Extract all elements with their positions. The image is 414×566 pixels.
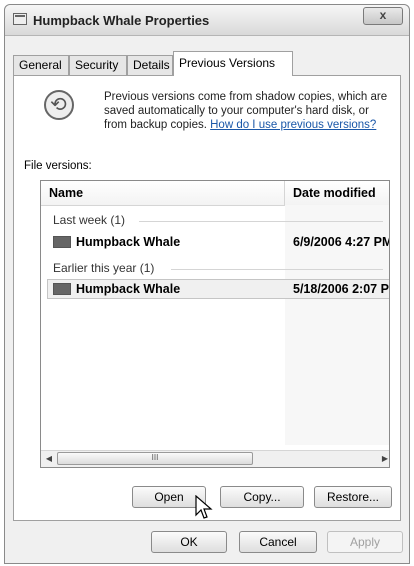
item-name: Humpback Whale	[76, 282, 181, 296]
scroll-right-icon[interactable]: ▶	[378, 452, 389, 465]
item-date: 6/9/2006 4:27 PM	[293, 235, 390, 249]
restore-clock-icon	[44, 90, 74, 120]
tab-previous-versions[interactable]: Previous Versions	[173, 51, 293, 76]
copy-button[interactable]: Copy...	[220, 486, 304, 508]
restore-button[interactable]: Restore...	[314, 486, 392, 508]
help-link[interactable]: How do I use previous versions?	[210, 119, 376, 131]
column-header-name[interactable]: Name	[41, 181, 285, 205]
list-item[interactable]: Humpback Whale	[53, 235, 180, 249]
tab-details[interactable]: Details	[127, 55, 173, 75]
group-divider	[139, 221, 383, 222]
info-description: Previous versions come from shadow copie…	[104, 90, 389, 132]
title-bar: Humpback Whale Properties x	[5, 5, 409, 36]
movie-file-icon	[53, 235, 71, 248]
cancel-button[interactable]: Cancel	[239, 531, 317, 553]
item-date: 5/18/2006 2:07 PM	[293, 282, 390, 296]
horizontal-scrollbar[interactable]: ◀ III ▶	[41, 450, 389, 467]
apply-button[interactable]: Apply	[327, 531, 403, 553]
tab-security[interactable]: Security	[69, 55, 127, 75]
window-title: Humpback Whale Properties	[33, 13, 210, 28]
file-versions-list[interactable]: Name Date modified Last week (1) Humpbac…	[40, 180, 390, 468]
close-button[interactable]: x	[363, 7, 403, 25]
window-icon	[13, 13, 27, 25]
group-header-last-week[interactable]: Last week (1)	[53, 213, 125, 227]
scroll-thumb[interactable]: III	[57, 452, 253, 465]
tab-general[interactable]: General	[13, 55, 69, 75]
file-versions-label: File versions:	[24, 160, 92, 172]
list-header: Name Date modified	[41, 181, 389, 206]
group-header-earlier-this-year[interactable]: Earlier this year (1)	[53, 261, 154, 275]
column-header-date[interactable]: Date modified	[285, 181, 389, 205]
group-divider	[171, 269, 383, 270]
list-item-selected[interactable]: Humpback Whale	[53, 282, 180, 296]
tab-panel: Previous versions come from shadow copie…	[13, 75, 401, 521]
ok-button[interactable]: OK	[151, 531, 227, 553]
scroll-left-icon[interactable]: ◀	[42, 452, 56, 465]
movie-file-icon	[53, 282, 71, 295]
properties-dialog: Humpback Whale Properties x General Secu…	[4, 4, 410, 564]
item-name: Humpback Whale	[76, 235, 181, 249]
mouse-pointer-icon	[195, 495, 213, 519]
